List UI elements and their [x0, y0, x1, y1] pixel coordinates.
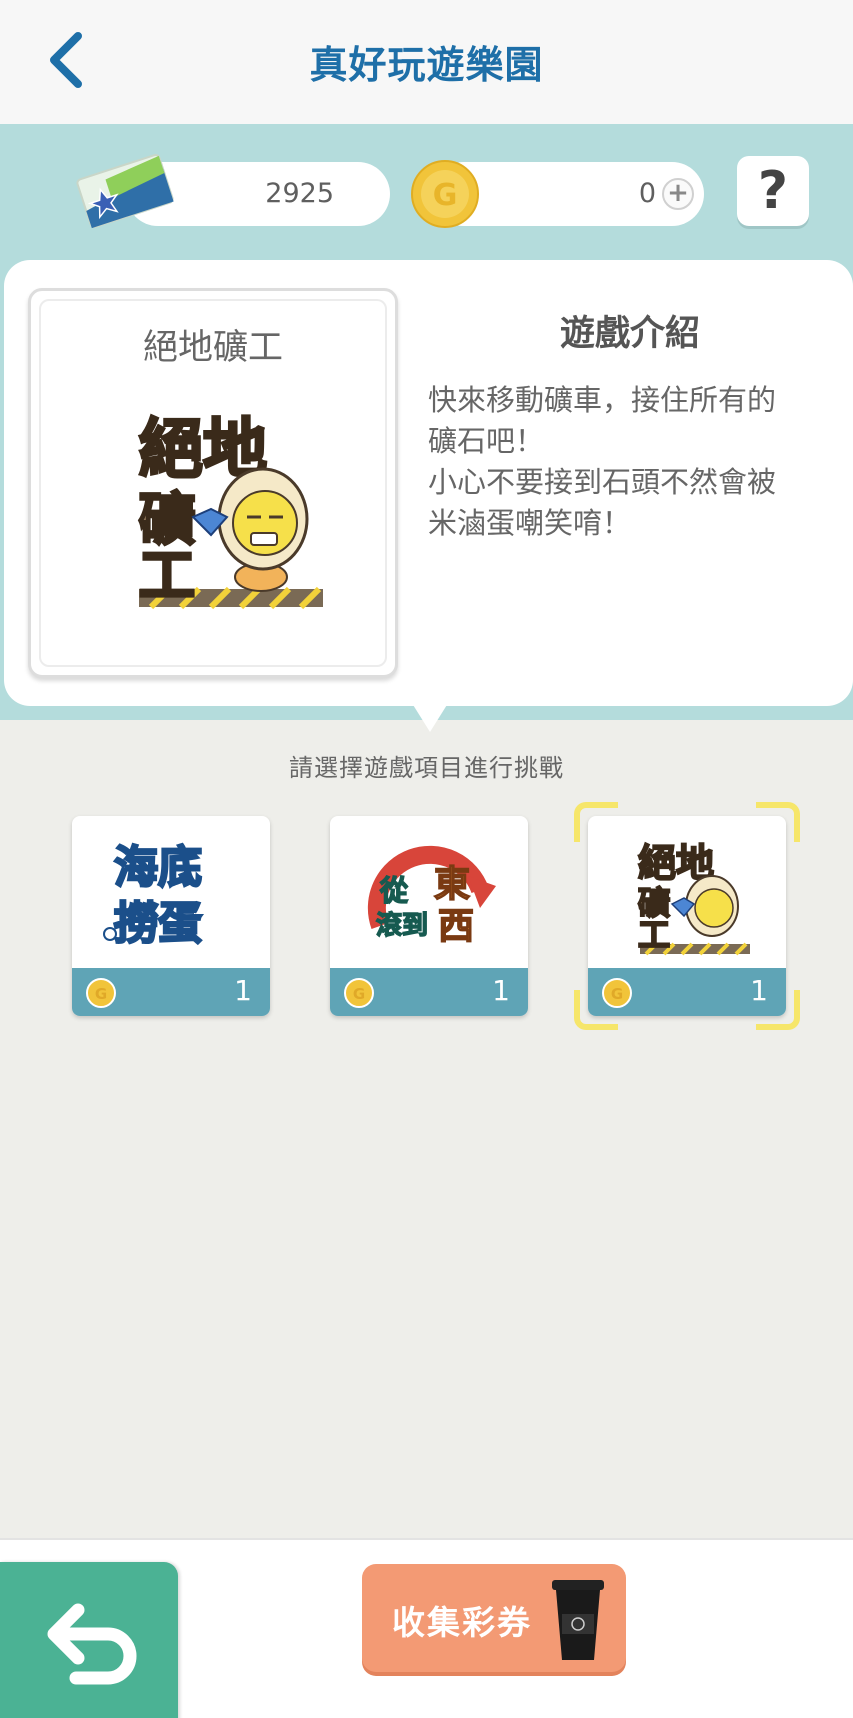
card-pointer: [410, 700, 450, 732]
return-arrow-icon: [47, 1603, 137, 1685]
selected-game-preview: 絕地礦工 絕地 礦 工: [28, 288, 398, 678]
selection-bracket: [574, 802, 618, 842]
svg-text:G: G: [353, 985, 365, 1003]
add-coins-button[interactable]: +: [662, 178, 694, 210]
svg-text:海底: 海底: [114, 842, 202, 893]
tile-cost: 1: [234, 974, 252, 1007]
tile-cost: 1: [492, 974, 510, 1007]
selected-game-name: 絕地礦工: [142, 328, 283, 368]
coin-icon: G: [86, 978, 116, 1008]
svg-text:工: 工: [139, 544, 195, 609]
select-prompt: 請選擇遊戲項目進行挑戰: [289, 754, 564, 782]
svg-text:G: G: [433, 178, 458, 213]
intro-heading: 遊戲介紹: [559, 314, 700, 354]
coin-icon: G: [344, 978, 374, 1008]
collect-tickets-label: 收集彩券: [392, 1603, 532, 1642]
collect-tickets-button[interactable]: 收集彩券: [362, 1564, 626, 1672]
coin-icon: G: [411, 160, 479, 228]
return-button[interactable]: [0, 1562, 178, 1718]
intro-text: 快來移動礦車，接住所有的 礦石吧！ 小心不要接到石頭不然會被 米滷蛋嘲笑唷！: [428, 383, 777, 540]
game-tile-miner[interactable]: 絕地 礦 工 G 1: [588, 816, 786, 1016]
svg-text:撈蛋: 撈蛋: [114, 898, 202, 949]
coin-count: 0: [638, 178, 656, 209]
selection-bracket: [574, 990, 618, 1030]
deep-sea-logo: 海底 撈蛋: [103, 841, 203, 950]
svg-text:G: G: [95, 985, 107, 1003]
selection-bracket: [756, 802, 800, 842]
svg-text:滾到: 滾到: [376, 911, 428, 941]
svg-text:西: 西: [438, 906, 474, 947]
svg-text:工: 工: [638, 916, 670, 954]
selection-bracket: [756, 990, 800, 1030]
game-logo-miner: 絕地 礦 工: [138, 412, 323, 611]
game-tile-east-west[interactable]: 從 東 滾到 西 G 1: [330, 816, 528, 1016]
game-tile-deep-sea[interactable]: 海底 撈蛋 G 1: [72, 816, 270, 1016]
help-button[interactable]: ?: [737, 156, 809, 226]
coffee-cup-icon: [552, 1580, 604, 1660]
svg-text:從: 從: [379, 874, 408, 907]
east-west-logo: 從 東 滾到 西: [367, 845, 496, 948]
ticket-count: 2925: [265, 178, 334, 209]
ticket-icon: [76, 153, 174, 229]
top-bar: 真好玩遊樂園: [0, 0, 853, 124]
page-title: 真好玩遊樂園: [309, 43, 544, 87]
svg-text:東: 東: [434, 864, 470, 905]
